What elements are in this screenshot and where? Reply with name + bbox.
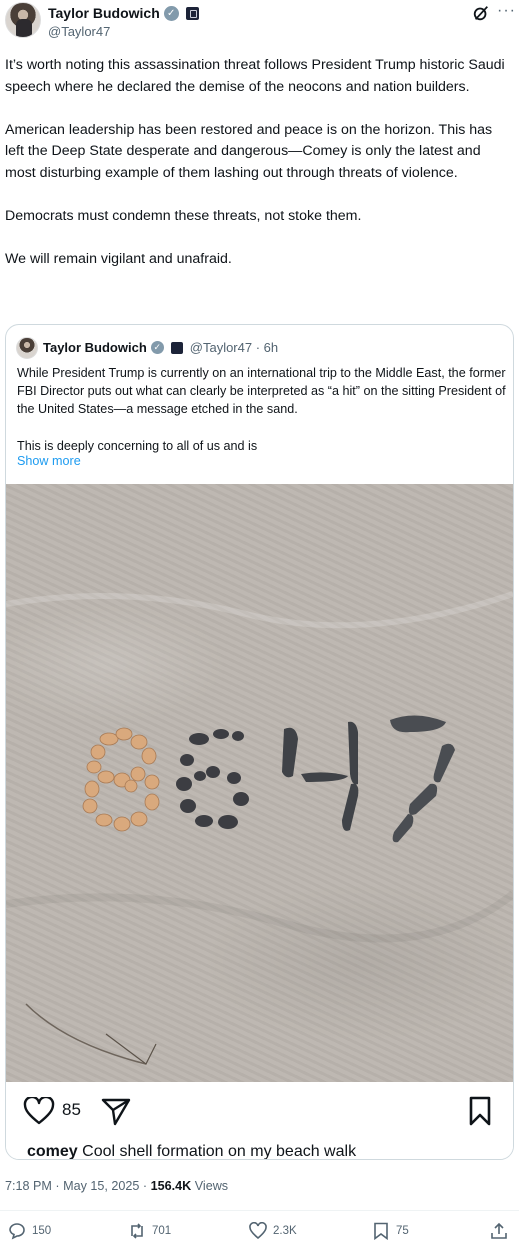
reply-count: 150 xyxy=(32,1225,52,1237)
quoted-paragraph: This is deeply concerning to all of us a… xyxy=(17,438,258,453)
tweet-paragraph: American leadership has been restored an… xyxy=(5,121,493,181)
affiliation-badge-icon xyxy=(170,341,183,354)
send-icon[interactable] xyxy=(101,1096,131,1126)
tweet-text: It’s worth noting this assassination thr… xyxy=(5,55,510,293)
views-label: Views xyxy=(191,1179,229,1193)
quoted-paragraph: While President Trump is currently on an… xyxy=(17,366,506,417)
caption-text: Cool shell formation on my beach walk xyxy=(82,1143,357,1160)
verified-badge-icon: ✓ xyxy=(150,341,164,354)
quoted-author-avatar[interactable] xyxy=(16,337,38,359)
quoted-handle-time: @Taylor47 · 6h xyxy=(189,340,279,355)
tweet-paragraph: We will remain vigilant and unafraid. xyxy=(5,251,232,268)
divider xyxy=(0,1210,519,1211)
like-count: 2.3K xyxy=(273,1225,297,1237)
embedded-post-actions: 85 comey Cool shell formation on my beac… xyxy=(6,1082,513,1160)
repost-button[interactable]: 701 xyxy=(128,1222,171,1240)
repost-icon xyxy=(131,1223,143,1239)
author-handle[interactable]: @Taylor47 xyxy=(48,24,110,39)
repost-count: 701 xyxy=(152,1225,172,1237)
affiliation-badge-icon[interactable] xyxy=(185,6,199,20)
like-icon xyxy=(249,1222,267,1240)
like-button[interactable]: 2.3K xyxy=(249,1222,297,1240)
tweet-paragraph: It’s worth noting this assassination thr… xyxy=(5,57,505,95)
author-avatar[interactable] xyxy=(5,2,41,38)
views-count: 156.4K xyxy=(150,1179,192,1193)
quoted-author-name[interactable]: Taylor Budowich xyxy=(43,340,147,355)
quoted-tweet-text: While President Trump is currently on an… xyxy=(17,364,507,473)
save-bookmark-icon[interactable] xyxy=(468,1096,492,1126)
tweet-paragraph: Democrats must condemn these threats, no… xyxy=(5,208,362,225)
grok-icon[interactable] xyxy=(472,4,490,22)
show-more-link[interactable]: Show more xyxy=(17,454,81,468)
timestamp[interactable]: 7:18 PM · May 15, 2025 · xyxy=(5,1179,151,1193)
reply-button[interactable]: 150 xyxy=(8,1222,51,1240)
embedded-like-count: 85 xyxy=(62,1100,81,1119)
tweet-action-bar: 150 701 2.3K 75 xyxy=(0,1218,519,1248)
bookmark-count: 75 xyxy=(396,1225,409,1237)
shells-in-sand-image xyxy=(6,591,513,1065)
sand-photo[interactable] xyxy=(6,484,513,1082)
bookmark-icon xyxy=(374,1222,388,1240)
more-options-icon[interactable]: ··· xyxy=(497,2,516,20)
heart-icon[interactable] xyxy=(23,1097,55,1125)
tweet-header: Taylor Budowich ✓ @Taylor47 ··· xyxy=(0,0,519,46)
quoted-tweet-card[interactable]: Taylor Budowich ✓ @Taylor47 · 6h While P… xyxy=(5,324,514,1160)
bookmark-button[interactable]: 75 xyxy=(372,1222,409,1240)
reply-icon xyxy=(9,1223,25,1240)
share-icon xyxy=(491,1222,507,1239)
tweet-meta: 7:18 PM · May 15, 2025 · 156.4K Views xyxy=(5,1179,228,1193)
author-name-row: Taylor Budowich ✓ xyxy=(48,5,199,21)
embedded-caption: comey Cool shell formation on my beach w… xyxy=(27,1143,357,1160)
verified-badge-icon[interactable]: ✓ xyxy=(163,5,179,21)
author-display-name[interactable]: Taylor Budowich xyxy=(48,5,160,21)
caption-username[interactable]: comey xyxy=(27,1143,78,1159)
quoted-tweet-header: Taylor Budowich ✓ @Taylor47 · 6h xyxy=(43,340,278,355)
share-button[interactable] xyxy=(490,1222,508,1240)
